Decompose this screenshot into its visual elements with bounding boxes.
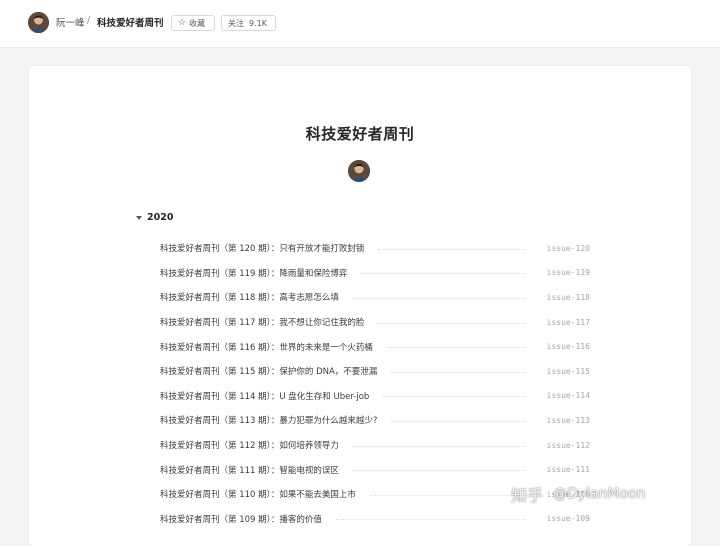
issue-title-link[interactable]: 科技爱好者周刊（第 112 期）：如何培养领导力 [160,439,339,451]
issue-slug: issue-119 [546,268,590,278]
follow-count: 9.1K [249,18,267,28]
dotted-leader [391,371,526,373]
issue-slug: issue-112 [546,440,590,450]
list-item[interactable]: 科技爱好者周刊（第 120 期）：只有开放才能打败封锁 issue-120 [160,236,590,261]
list-item[interactable]: 科技爱好者周刊（第 111 期）：智能电视的误区 issue-111 [160,457,590,482]
issue-slug: issue-117 [546,317,590,327]
issue-title-link[interactable]: 科技爱好者周刊（第 118 期）：高考志愿怎么填 [160,291,339,303]
issue-title-link[interactable]: 科技爱好者周刊（第 116 期）：世界的未来是一个火药桶 [160,341,373,353]
list-item[interactable]: 科技爱好者周刊（第 116 期）：世界的未来是一个火药桶 issue-116 [160,334,590,359]
issue-slug: issue-118 [546,292,590,302]
author-avatar-large[interactable] [348,160,370,182]
issue-slug: issue-115 [546,366,590,376]
collect-button[interactable]: ☆ 收藏 [171,15,215,31]
list-item[interactable]: 科技爱好者周刊（第 110 期）：如果不能去美国上市 issue-110 [160,482,590,507]
page-title: 科技爱好者周刊 [305,125,415,143]
issue-slug: issue-120 [546,243,590,253]
issue-slug: issue-116 [546,342,590,352]
follow-button[interactable]: 关注 9.1K [221,15,276,31]
list-item[interactable]: 科技爱好者周刊（第 109 期）：播客的价值 issue-109 [160,507,590,532]
issue-title-link[interactable]: 科技爱好者周刊（第 117 期）：我不想让你记住我的脸 [160,316,364,328]
dotted-leader [378,322,526,324]
issue-title-link[interactable]: 科技爱好者周刊（第 114 期）：U 盘化生存和 Uber-job [160,390,369,402]
star-outline-icon: ☆ [178,17,187,28]
top-bar: 阮一峰 / 科技爱好者周刊 ☆ 收藏 关注 9.1K [0,0,720,48]
list-item[interactable]: 科技爱好者周刊（第 118 期）：高考志愿怎么填 issue-118 [160,285,590,310]
follow-button-label: 关注 [228,18,244,28]
list-item[interactable]: 科技爱好者周刊（第 119 期）：降雨量和保险博弈 issue-119 [160,261,590,286]
issue-title-link[interactable]: 科技爱好者周刊（第 110 期）：如果不能去美国上市 [160,488,356,500]
dotted-leader [391,420,526,422]
issue-title-link[interactable]: 科技爱好者周刊（第 109 期）：播客的价值 [160,513,322,525]
collect-button-label: 收藏 [189,18,206,28]
issue-list: 科技爱好者周刊（第 120 期）：只有开放才能打败封锁 issue-120 科技… [160,236,590,531]
list-item[interactable]: 科技爱好者周刊（第 117 期）：我不想让你记住我的脸 issue-117 [160,310,590,335]
issue-title-link[interactable]: 科技爱好者周刊（第 111 期）：智能电视的误区 [160,464,339,476]
issue-slug: issue-114 [546,391,590,401]
caret-down-icon [136,215,142,220]
issue-title-link[interactable]: 科技爱好者周刊（第 113 期）：暴力犯罪为什么越来越少? [160,414,377,426]
dotted-leader [352,445,526,447]
issue-slug: issue-110 [546,489,590,499]
list-item[interactable]: 科技爱好者周刊（第 114 期）：U 盘化生存和 Uber-job issue-… [160,384,590,409]
page-name-link[interactable]: 科技爱好者周刊 [97,15,164,29]
list-item[interactable]: 科技爱好者周刊（第 113 期）：暴力犯罪为什么越来越少? issue-113 [160,408,590,433]
issue-slug: issue-113 [546,415,590,425]
dotted-leader [378,248,526,250]
issue-slug: issue-111 [546,465,590,475]
dotted-leader [386,347,526,349]
year-label: 2020 [147,212,174,223]
dotted-leader [383,396,526,398]
list-item[interactable]: 科技爱好者周刊（第 112 期）：如何培养领导力 issue-112 [160,433,590,458]
dotted-leader [352,297,526,299]
dotted-leader [352,470,526,472]
content-card: 科技爱好者周刊 2020 科技爱好者周刊（第 120 期）：只有开放才能打败封锁… [29,66,691,546]
year-group-toggle[interactable]: 2020 [136,212,173,223]
issue-title-link[interactable]: 科技爱好者周刊（第 119 期）：降雨量和保险博弈 [160,267,347,279]
author-avatar[interactable] [28,12,49,33]
list-item[interactable]: 科技爱好者周刊（第 115 期）：保护你的 DNA，不要泄漏 issue-115 [160,359,590,384]
issue-title-link[interactable]: 科技爱好者周刊（第 120 期）：只有开放才能打败封锁 [160,242,364,254]
dotted-leader [361,273,526,275]
issue-title-link[interactable]: 科技爱好者周刊（第 115 期）：保护你的 DNA，不要泄漏 [160,365,377,377]
dotted-leader [335,519,526,521]
breadcrumb-separator: / [87,15,91,26]
dotted-leader [369,494,526,496]
author-name-link[interactable]: 阮一峰 [56,15,85,29]
issue-slug: issue-109 [546,514,590,524]
